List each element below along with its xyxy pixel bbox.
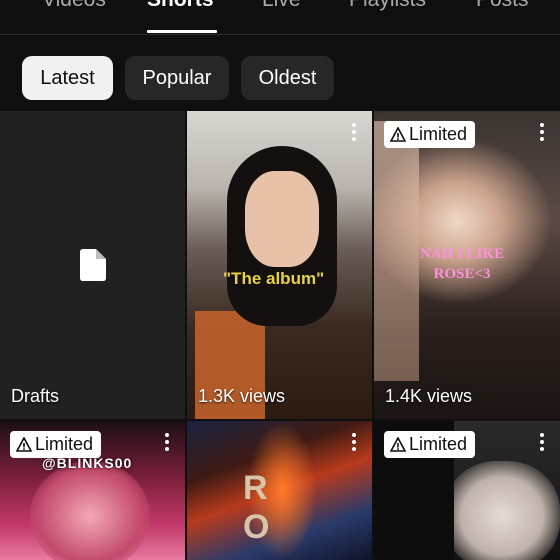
channel-tab-bar: Videos Shorts Live Playlists Posts — [0, 0, 560, 35]
active-tab-indicator — [147, 30, 217, 33]
view-count: 1.3K views — [198, 386, 286, 406]
limited-badge: Limited — [384, 121, 476, 148]
tab-playlists[interactable]: Playlists — [349, 0, 426, 12]
overlay-caption: NAH I LIKE ROSE<3 — [420, 246, 505, 282]
tab-videos[interactable]: Videos — [42, 0, 106, 12]
tab-shorts[interactable]: Shorts — [147, 0, 214, 12]
filter-chip-popular[interactable]: Popular — [125, 56, 229, 100]
thumbnail-hair — [374, 121, 419, 381]
short-thumbnail[interactable]: @BLINKS00 Limited — [0, 421, 185, 560]
view-count: 1.4K views — [385, 386, 473, 406]
thumbnail-face — [30, 461, 150, 560]
limited-badge: Limited — [384, 431, 476, 458]
overlay-caption: "The album" — [223, 269, 325, 288]
more-options-icon[interactable] — [161, 433, 173, 455]
file-icon — [80, 249, 106, 281]
more-options-icon[interactable] — [348, 123, 360, 145]
filter-chip-latest[interactable]: Latest — [22, 56, 113, 100]
filter-chip-oldest[interactable]: Oldest — [241, 56, 334, 100]
thumbnail-face — [245, 171, 319, 267]
thumbnail-face — [444, 461, 560, 560]
more-options-icon[interactable] — [536, 433, 548, 455]
short-thumbnail[interactable]: Limited — [374, 421, 560, 560]
more-options-icon[interactable] — [536, 123, 548, 145]
tab-live[interactable]: Live — [262, 0, 301, 12]
drafts-label: Drafts — [11, 386, 60, 406]
limited-badge: Limited — [10, 431, 102, 458]
limited-label: Limited — [409, 124, 468, 144]
limited-label: Limited — [409, 434, 468, 454]
limited-label: Limited — [35, 434, 94, 454]
short-thumbnail[interactable]: Limited NAH I LIKE ROSE<3 1.4K views — [374, 111, 560, 419]
more-options-icon[interactable] — [348, 433, 360, 455]
overlay-caption: R O — [243, 469, 300, 546]
short-thumbnail[interactable]: R O — [187, 421, 372, 560]
warning-icon — [16, 436, 32, 452]
drafts-tile[interactable]: Drafts — [0, 111, 185, 419]
tab-posts[interactable]: Posts — [476, 0, 529, 12]
warning-icon — [390, 436, 406, 452]
warning-icon — [390, 126, 406, 142]
short-thumbnail[interactable]: "The album" 1.3K views — [187, 111, 372, 419]
